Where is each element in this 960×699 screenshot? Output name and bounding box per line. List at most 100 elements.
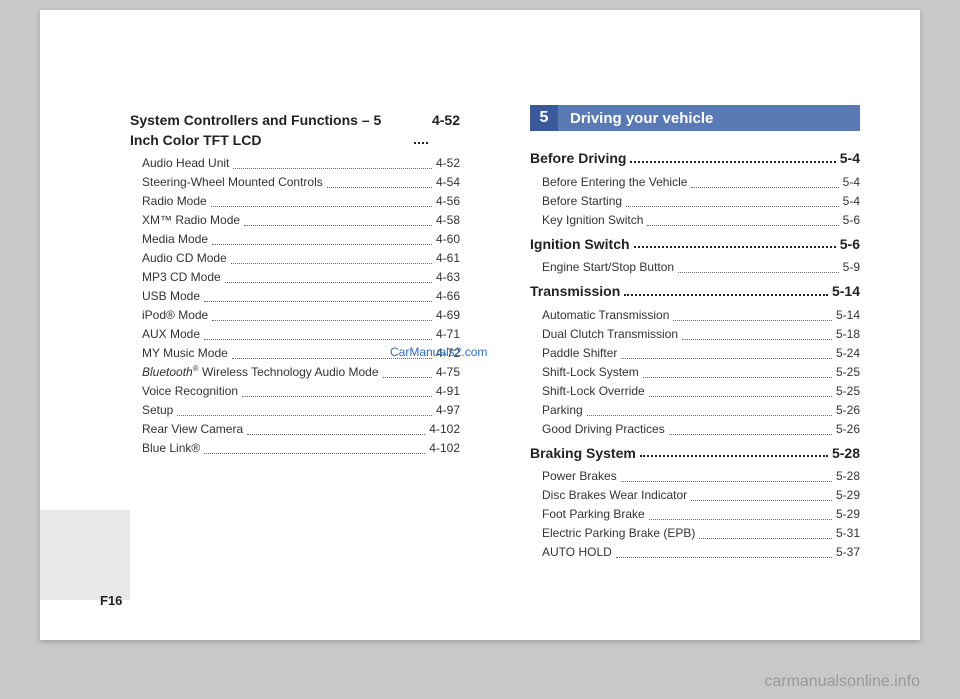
heading-page: 5-6 (840, 235, 860, 255)
toc-sub-row: Bluetooth® Wireless Technology Audio Mod… (130, 363, 460, 381)
toc-sub-row: Blue Link®4-102 (130, 439, 460, 457)
leader-dots (587, 401, 832, 416)
toc-sub-row: Disc Brakes Wear Indicator 5-29 (530, 486, 860, 504)
toc-sub-row: Engine Start/Stop Button5-9 (530, 258, 860, 276)
sub-page: 4-102 (429, 420, 460, 438)
leader-dots (630, 147, 835, 163)
leader-dots (247, 420, 425, 435)
toc-sub-row: Power Brakes5-28 (530, 467, 860, 485)
sub-label: iPod® Mode (142, 306, 208, 324)
sub-page: 5-29 (836, 486, 860, 504)
sub-label: Disc Brakes Wear Indicator (542, 486, 687, 504)
sub-page: 4-56 (436, 192, 460, 210)
sub-label: Foot Parking Brake (542, 505, 645, 523)
toc-sub-row: Automatic Transmission5-14 (530, 306, 860, 324)
sub-label: Shift-Lock Override (542, 382, 645, 400)
toc-sub-row: Media Mode 4-60 (130, 230, 460, 248)
leader-dots (699, 524, 832, 539)
sub-page: 4-97 (436, 401, 460, 419)
sub-page: 4-91 (436, 382, 460, 400)
sub-page: 5-24 (836, 344, 860, 362)
leader-dots (225, 268, 432, 283)
leader-dots (204, 325, 432, 340)
sub-label: Good Driving Practices (542, 420, 665, 438)
leader-dots (682, 325, 832, 340)
toc-sub-row: Key Ignition Switch5-6 (530, 211, 860, 229)
toc-sub-row: AUX Mode 4-71 (130, 325, 460, 343)
sub-label: Setup (142, 401, 173, 419)
leader-dots (640, 442, 828, 458)
leader-dots (244, 211, 432, 226)
toc-sub-row: Dual Clutch Transmission 5-18 (530, 325, 860, 343)
leader-dots (327, 173, 432, 188)
sub-label: Electric Parking Brake (EPB) (542, 524, 695, 542)
heading-label: Braking System (530, 444, 636, 464)
toc-heading: Ignition Switch5-6 (530, 235, 860, 255)
sub-label: Audio Head Unit (142, 154, 229, 172)
sub-page: 5-18 (836, 325, 860, 343)
leader-dots (643, 363, 832, 378)
heading-label: Before Driving (530, 149, 626, 169)
sub-page: 5-6 (843, 211, 860, 229)
toc-heading: System Controllers and Functions – 5 Inc… (130, 111, 460, 150)
sub-label: Before Starting (542, 192, 622, 210)
sub-page: 5-25 (836, 382, 860, 400)
toc-heading: Braking System 5-28 (530, 444, 860, 464)
heading-page: 4-52 (432, 111, 460, 150)
toc-sub-row: Before Entering the Vehicle5-4 (530, 173, 860, 191)
leader-dots (242, 382, 432, 397)
sub-page: 5-26 (836, 401, 860, 419)
sub-label: Engine Start/Stop Button (542, 258, 674, 276)
sub-label: Power Brakes (542, 467, 617, 485)
toc-sub-row: Before Starting5-4 (530, 192, 860, 210)
sub-page: 4-71 (436, 325, 460, 343)
sub-page: 4-72 (436, 344, 460, 362)
sub-page: 4-63 (436, 268, 460, 286)
toc-heading: Transmission5-14 (530, 282, 860, 302)
leader-dots (231, 249, 432, 264)
sub-page: 4-66 (436, 287, 460, 305)
manual-page: System Controllers and Functions – 5 Inc… (40, 10, 920, 640)
sub-page: 5-37 (836, 543, 860, 561)
leader-dots (649, 505, 832, 520)
sub-page: 4-75 (436, 363, 460, 381)
leader-dots (177, 401, 432, 416)
leader-dots (211, 192, 432, 207)
sub-label: Bluetooth® Wireless Technology Audio Mod… (142, 363, 379, 381)
sub-page: 5-29 (836, 505, 860, 523)
toc-sub-row: Good Driving Practices5-26 (530, 420, 860, 438)
right-column: 5 Driving your vehicle Before Driving5-4… (530, 105, 860, 562)
chapter-bar: 5 Driving your vehicle (530, 105, 860, 131)
decorative-band (40, 510, 130, 600)
toc-sub-row: iPod® Mode4-69 (130, 306, 460, 324)
sub-label: Automatic Transmission (542, 306, 669, 324)
sub-label: Before Entering the Vehicle (542, 173, 687, 191)
sub-label: Paddle Shifter (542, 344, 617, 362)
toc-sub-row: XM™ Radio Mode4-58 (130, 211, 460, 229)
heading-page: 5-14 (832, 282, 860, 302)
leader-dots (691, 173, 838, 188)
toc-sub-row: Steering-Wheel Mounted Controls4-54 (130, 173, 460, 191)
sub-label: Rear View Camera (142, 420, 243, 438)
sub-label: Parking (542, 401, 583, 419)
toc-sub-row: Rear View Camera 4-102 (130, 420, 460, 438)
toc-sub-row: Radio Mode4-56 (130, 192, 460, 210)
sub-page: 4-102 (429, 439, 460, 457)
sub-label: Media Mode (142, 230, 208, 248)
sub-page: 5-31 (836, 524, 860, 542)
heading-label: System Controllers and Functions – 5 Inc… (130, 111, 410, 150)
leader-dots (624, 280, 828, 296)
heading-page: 5-28 (832, 444, 860, 464)
sub-label: Dual Clutch Transmission (542, 325, 678, 343)
leader-dots (691, 486, 832, 501)
leader-dots (634, 233, 836, 249)
site-credit: carmanualsonline.info (764, 673, 920, 691)
sub-page: 4-60 (436, 230, 460, 248)
leader-dots (621, 467, 832, 482)
toc-heading: Before Driving5-4 (530, 149, 860, 169)
sub-page: 4-61 (436, 249, 460, 267)
sub-page: 4-52 (436, 154, 460, 172)
sub-label: AUX Mode (142, 325, 200, 343)
toc-sub-row: AUTO HOLD5-37 (530, 543, 860, 561)
left-column: System Controllers and Functions – 5 Inc… (130, 105, 460, 562)
